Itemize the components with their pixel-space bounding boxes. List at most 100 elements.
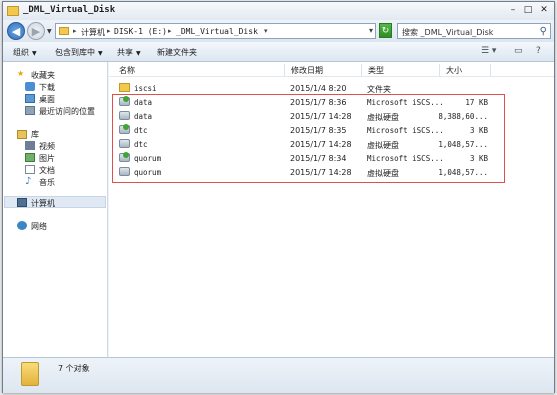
close-icon[interactable]: ✕: [537, 4, 551, 16]
navigation-pane: ★ 收藏夹 下载 桌面 最近访问的位置 库 视频 图片 文档 ♪ 音乐 计算机 …: [3, 62, 108, 357]
file-modified: 2015/1/7 14:28: [290, 168, 352, 177]
sidebar-item-downloads[interactable]: 下载: [39, 82, 55, 93]
item-count: 7 个对象: [58, 364, 90, 373]
address-bar[interactable]: ▸ 计算机 ▸ DISK-1 (E:) ▸ _DML_Virtual_Disk …: [55, 23, 376, 39]
command-bar: 组织 ▼ 包含到库中 ▼ 共享 ▼ 新建文件夹 ☰ ▾ ▭ ?: [3, 42, 554, 62]
file-size: 8,388,60...: [438, 112, 488, 121]
file-name: dtc: [134, 140, 148, 149]
virtual-disk-icon: [119, 111, 130, 120]
refresh-button[interactable]: ↻: [379, 23, 392, 38]
video-icon: [25, 141, 35, 150]
folder-icon: [59, 27, 69, 35]
sidebar-item-libraries[interactable]: 库: [31, 129, 39, 140]
sidebar-item-music[interactable]: 音乐: [39, 177, 55, 188]
star-icon: ★: [17, 69, 25, 78]
file-size: 1,048,57...: [438, 168, 488, 177]
back-button[interactable]: ◀: [7, 22, 25, 40]
file-type: Microsoft iSCS...: [367, 126, 442, 135]
column-header-size[interactable]: 大小: [440, 64, 491, 77]
file-row[interactable]: dtc 2015/1/7 8:35 Microsoft iSCS... 3 KB: [109, 123, 509, 137]
pictures-icon: [25, 153, 35, 162]
file-name: data: [134, 112, 153, 121]
new-folder-button[interactable]: 新建文件夹: [157, 47, 197, 58]
download-icon: [25, 82, 35, 91]
file-modified: 2015/1/4 8:20: [290, 84, 347, 93]
file-row[interactable]: data 2015/1/7 14:28 虚拟硬盘 8,388,60...: [109, 109, 509, 123]
file-name: iscsi: [134, 84, 157, 93]
maximize-icon[interactable]: □: [521, 4, 535, 16]
file-row[interactable]: dtc 2015/1/7 14:28 虚拟硬盘 1,048,57...: [109, 137, 509, 151]
sidebar-item-recent[interactable]: 最近访问的位置: [39, 106, 95, 117]
file-type: Microsoft iSCS...: [367, 98, 442, 107]
folder-icon: [7, 6, 19, 16]
file-modified: 2015/1/7 14:28: [290, 140, 352, 149]
file-type: 文件夹: [367, 85, 391, 94]
virtual-disk-icon: [119, 139, 130, 148]
network-icon: [17, 221, 27, 230]
file-type: 虚拟硬盘: [367, 113, 399, 122]
documents-icon: [25, 165, 35, 174]
file-row[interactable]: quorum 2015/1/7 14:28 虚拟硬盘 1,048,57...: [109, 165, 509, 179]
search-input[interactable]: 搜索 _DML_Virtual_Disk ⚲: [397, 23, 551, 39]
computer-icon: [17, 198, 27, 207]
sidebar-item-network[interactable]: 网络: [31, 221, 47, 232]
details-pane: 7 个对象: [3, 357, 554, 393]
file-size: 1,048,57...: [438, 140, 488, 149]
file-modified: 2015/1/7 8:35: [290, 126, 347, 135]
file-modified: 2015/1/7 8:36: [290, 98, 347, 107]
breadcrumb-drive[interactable]: DISK-1 (E:): [114, 27, 167, 36]
chevron-right-icon[interactable]: ▸: [73, 27, 77, 35]
library-icon: [17, 130, 27, 139]
help-icon[interactable]: ?: [536, 46, 541, 56]
file-size: 3 KB: [469, 126, 488, 135]
organize-button[interactable]: 组织 ▼: [13, 47, 37, 58]
column-header-modified[interactable]: 修改日期: [285, 64, 362, 77]
iscsi-disk-icon: [119, 124, 130, 134]
breadcrumb-computer[interactable]: 计算机: [81, 27, 105, 38]
window-title: _DML_Virtual_Disk: [23, 5, 116, 15]
folder-icon: [21, 362, 39, 386]
sidebar-item-pictures[interactable]: 图片: [39, 153, 55, 164]
file-type: Microsoft iSCS...: [367, 154, 442, 163]
file-type: 虚拟硬盘: [367, 141, 399, 150]
file-list: 名称 修改日期 类型 大小 iscsi 2015/1/4 8:20 文件夹 da…: [109, 62, 554, 357]
sidebar-item-desktop[interactable]: 桌面: [39, 94, 55, 105]
column-header-name[interactable]: 名称: [113, 64, 285, 77]
sidebar-item-documents[interactable]: 文档: [39, 165, 55, 176]
chevron-down-icon[interactable]: ▾: [369, 26, 373, 35]
file-type: 虚拟硬盘: [367, 169, 399, 178]
file-modified: 2015/1/7 8:34: [290, 154, 347, 163]
minimize-icon[interactable]: –: [506, 4, 520, 16]
file-name: quorum: [134, 154, 162, 163]
address-bar-row: ◀ ▶ ▼ ▸ 计算机 ▸ DISK-1 (E:) ▸ _DML_Virtual…: [3, 20, 554, 42]
file-name: dtc: [134, 126, 148, 135]
file-row[interactable]: iscsi 2015/1/4 8:20 文件夹: [109, 81, 509, 95]
preview-pane-icon[interactable]: ▭: [514, 46, 523, 56]
recent-pages-dropdown[interactable]: ▼: [47, 28, 52, 35]
search-placeholder: 搜索 _DML_Virtual_Disk: [402, 28, 494, 37]
desktop-icon: [25, 94, 35, 103]
share-button[interactable]: 共享 ▼: [117, 47, 141, 58]
view-options-icon[interactable]: ☰ ▾: [481, 46, 496, 56]
sidebar-item-computer[interactable]: 计算机: [31, 198, 55, 209]
file-row[interactable]: data 2015/1/7 8:36 Microsoft iSCS... 17 …: [109, 95, 509, 109]
file-name: data: [134, 98, 153, 107]
forward-button[interactable]: ▶: [27, 22, 45, 40]
include-in-library-button[interactable]: 包含到库中 ▼: [55, 47, 103, 58]
iscsi-disk-icon: [119, 96, 130, 106]
virtual-disk-icon: [119, 167, 130, 176]
sidebar-item-favorites[interactable]: 收藏夹: [31, 70, 55, 81]
chevron-right-icon[interactable]: ▾: [264, 27, 268, 35]
breadcrumb-folder[interactable]: _DML_Virtual_Disk: [176, 27, 258, 36]
chevron-right-icon[interactable]: ▸: [168, 27, 172, 35]
iscsi-disk-icon: [119, 152, 130, 162]
explorer-window: _DML_Virtual_Disk – □ ✕ ◀ ▶ ▼ ▸ 计算机 ▸ DI…: [2, 1, 555, 393]
column-header-type[interactable]: 类型: [362, 64, 440, 77]
search-icon[interactable]: ⚲: [540, 26, 547, 37]
chevron-right-icon[interactable]: ▸: [107, 27, 111, 35]
file-modified: 2015/1/7 14:28: [290, 112, 352, 121]
file-row[interactable]: quorum 2015/1/7 8:34 Microsoft iSCS... 3…: [109, 151, 509, 165]
sidebar-item-videos[interactable]: 视频: [39, 141, 55, 152]
recent-places-icon: [25, 106, 35, 115]
file-size: 17 KB: [465, 98, 488, 107]
